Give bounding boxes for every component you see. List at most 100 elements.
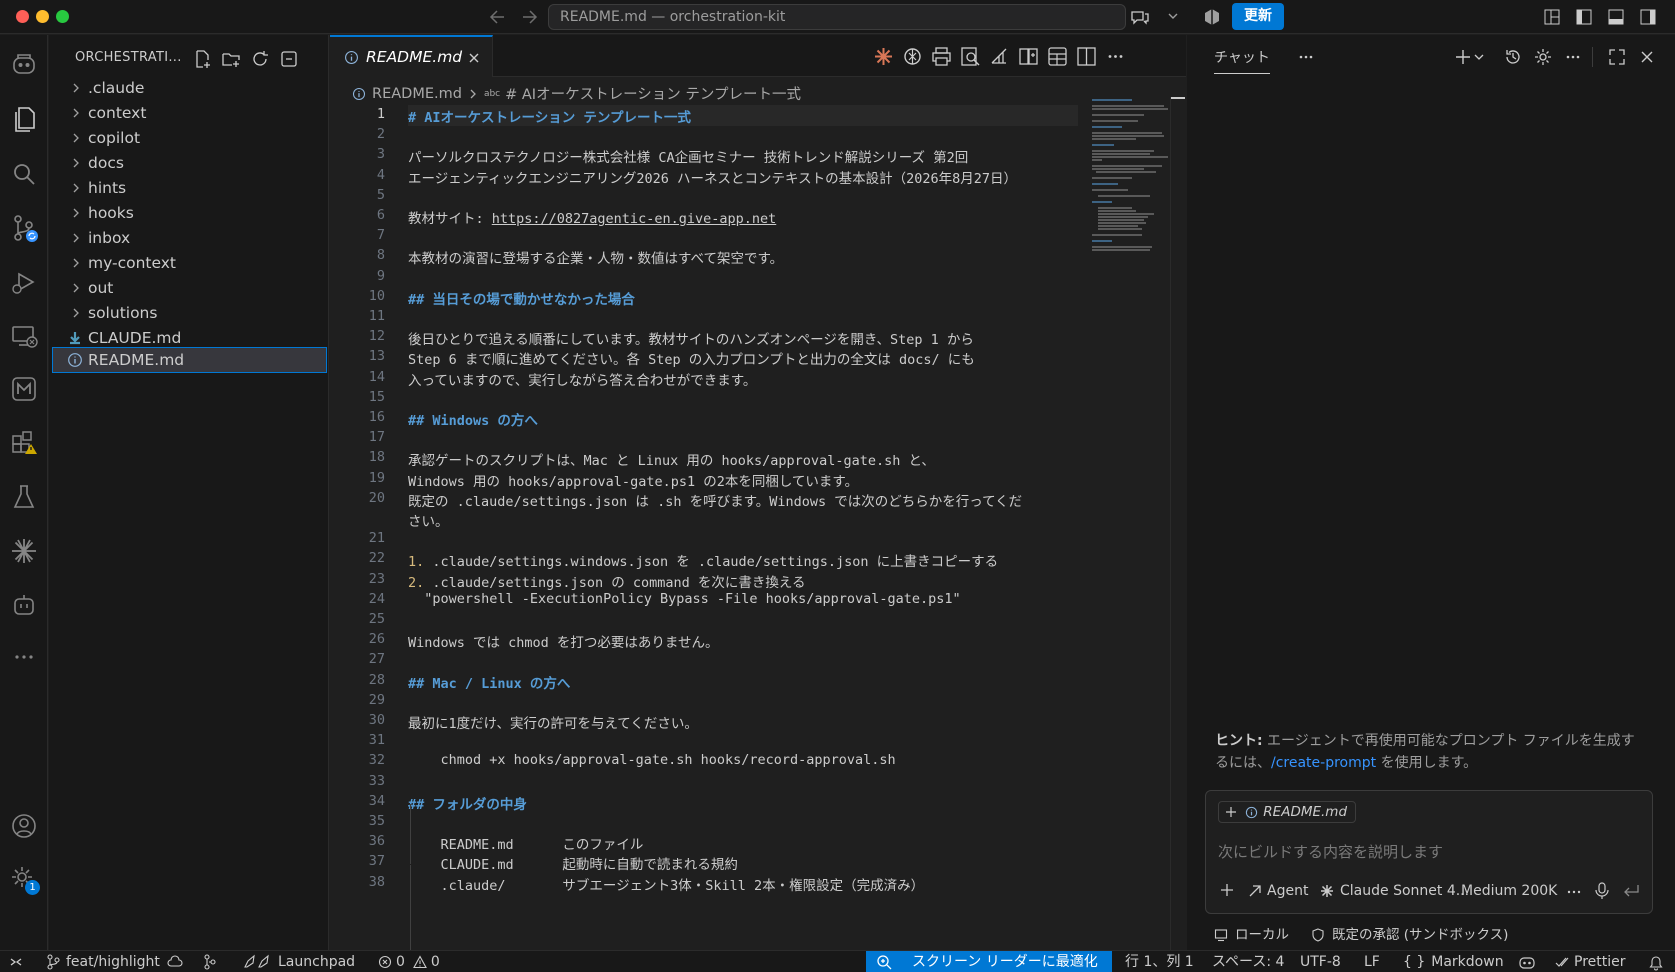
update-button[interactable]: 更新 — [1232, 3, 1284, 30]
problems-indicator[interactable]: 00 — [378, 953, 440, 971]
launchpad-button[interactable]: Launchpad — [242, 953, 355, 971]
language-mode-selector[interactable]: { } Markdown — [1403, 953, 1504, 971]
model-picker[interactable]: Claude Sonnet 4... — [1320, 883, 1469, 899]
collapse-all-icon[interactable] — [279, 49, 299, 69]
open-changes-icon[interactable] — [1018, 46, 1039, 67]
minimap[interactable] — [1092, 97, 1170, 257]
command-center[interactable]: README.md — orchestration-kit — [548, 4, 1149, 30]
mode-picker[interactable]: Agent — [1248, 883, 1308, 899]
claude-sparkle-icon[interactable] — [8, 535, 40, 567]
close-panel-icon[interactable] — [1637, 47, 1657, 67]
accounts-icon[interactable] — [8, 810, 40, 842]
approval-picker[interactable]: 既定の承認 (サンドボックス) — [1311, 923, 1508, 943]
testing-flask-icon[interactable] — [8, 481, 40, 513]
tree-folder-out[interactable]: out — [52, 275, 327, 301]
chevron-right-icon — [70, 232, 82, 244]
explorer-icon[interactable] — [8, 103, 40, 135]
remote-explorer-icon[interactable] — [8, 320, 40, 352]
timeline-icon[interactable] — [989, 46, 1010, 67]
microphone-icon[interactable] — [1594, 882, 1610, 900]
copilot-icon[interactable] — [8, 49, 40, 81]
tree-folder-copilot[interactable]: copilot — [52, 125, 327, 151]
more-actions-icon[interactable] — [1105, 46, 1126, 67]
agent-robot-icon[interactable] — [8, 589, 40, 621]
tree-folder-inbox[interactable]: inbox — [52, 225, 327, 251]
input-more-icon[interactable] — [1566, 884, 1582, 900]
manage-gear-icon[interactable]: 1 — [8, 863, 40, 895]
gitlens-inspect-icon[interactable] — [1047, 46, 1068, 67]
chat-settings-gear-icon[interactable] — [1533, 47, 1553, 67]
gitlens-icon[interactable] — [8, 373, 40, 405]
chat-tab[interactable]: チャット — [1214, 47, 1270, 74]
tree-folder-hooks[interactable]: hooks — [52, 200, 327, 226]
attach-plus-icon[interactable] — [1218, 881, 1236, 899]
claude-code-icon[interactable] — [873, 46, 894, 67]
toggle-primary-sidebar-icon[interactable] — [1575, 8, 1593, 26]
add-context-plus-icon[interactable] — [1225, 806, 1237, 818]
close-tab-icon[interactable] — [467, 51, 481, 65]
breadcrumb-symbol[interactable]: # AIオーケストレーション テンプレート一式 — [505, 83, 801, 104]
context-chip[interactable]: README.md — [1218, 801, 1357, 823]
toggle-panel-icon[interactable] — [1607, 8, 1625, 26]
tab-readme[interactable]: README.md — [330, 35, 493, 77]
encoding-selector[interactable]: UTF-8 — [1300, 953, 1341, 971]
toggle-secondary-sidebar-icon[interactable] — [1639, 8, 1657, 26]
prettier-status[interactable]: Prettier — [1555, 953, 1626, 971]
chat-more-icon[interactable] — [1296, 47, 1316, 67]
tree-folder-my-context[interactable]: my-context — [52, 250, 327, 276]
indentation-selector[interactable]: スペース: 4 — [1212, 953, 1284, 971]
warning-icon — [412, 955, 427, 969]
extensions-icon[interactable] — [8, 427, 40, 459]
send-icon[interactable] — [1622, 883, 1640, 899]
search-icon[interactable] — [8, 158, 40, 190]
screen-reader-mode-button[interactable]: スクリーン リーダーに最適化 — [866, 951, 1112, 972]
cursor-position[interactable]: 行 1、列 1 — [1125, 953, 1194, 971]
print-icon[interactable] — [931, 46, 952, 67]
breadcrumb-file[interactable]: README.md — [372, 86, 462, 102]
chat-prompt-input[interactable]: 次にビルドする内容を説明します — [1218, 841, 1638, 862]
editor-scrollbar[interactable] — [1170, 97, 1185, 950]
tree-file-readme-md[interactable]: README.md — [52, 347, 327, 373]
tree-folder-solutions[interactable]: solutions — [52, 300, 327, 326]
close-window-button[interactable] — [16, 10, 29, 23]
openai-icon[interactable] — [902, 46, 923, 67]
chat-actions-more-icon[interactable] — [1563, 47, 1583, 67]
minimize-window-button[interactable] — [36, 10, 49, 23]
back-arrow-icon[interactable] — [487, 7, 509, 27]
tree-folder-context[interactable]: context — [52, 100, 327, 126]
chevron-down-icon[interactable] — [1166, 9, 1180, 23]
new-folder-icon[interactable] — [221, 49, 241, 69]
open-preview-icon[interactable] — [960, 46, 981, 67]
new-chat-plus-icon[interactable] — [1453, 47, 1473, 67]
source-control-graph-icon[interactable] — [202, 953, 218, 971]
create-prompt-link[interactable]: /create-prompt — [1271, 755, 1376, 771]
tree-folder-hints[interactable]: hints — [52, 175, 327, 201]
customize-layout-icon[interactable] — [1543, 8, 1561, 26]
code-link[interactable]: https://0827agentic-en.give-app.net — [492, 211, 776, 227]
branch-indicator[interactable]: feat/highlight — [46, 953, 160, 971]
split-editor-icon[interactable] — [1076, 46, 1097, 67]
line-number: 8 — [376, 247, 385, 263]
refresh-icon[interactable] — [250, 49, 270, 69]
chevron-down-icon[interactable] — [1473, 47, 1485, 67]
copilot-status-icon[interactable] — [1517, 953, 1537, 971]
tree-folder-claude[interactable]: .claude — [52, 75, 327, 101]
more-icon[interactable] — [8, 641, 40, 673]
tree-folder-docs[interactable]: docs — [52, 150, 327, 176]
context-size-picker[interactable]: Medium 200K — [1461, 883, 1557, 899]
settings-badge: 1 — [25, 880, 40, 895]
copilot-chat-icon[interactable] — [1129, 8, 1151, 26]
source-control-icon[interactable] — [8, 212, 40, 244]
run-debug-icon[interactable] — [8, 266, 40, 298]
cloud-sync-icon[interactable] — [166, 953, 184, 971]
history-icon[interactable] — [1503, 47, 1523, 67]
zoom-window-button[interactable] — [56, 10, 69, 23]
maximize-icon[interactable] — [1607, 47, 1627, 67]
new-file-icon[interactable] — [192, 49, 212, 69]
extension-logo-icon[interactable] — [1203, 8, 1221, 26]
forward-arrow-icon[interactable] — [518, 7, 540, 27]
notifications-bell-icon[interactable] — [1648, 953, 1664, 971]
location-picker[interactable]: ローカル — [1214, 923, 1289, 943]
eol-selector[interactable]: LF — [1364, 953, 1380, 971]
remote-indicator-icon[interactable] — [8, 953, 24, 971]
